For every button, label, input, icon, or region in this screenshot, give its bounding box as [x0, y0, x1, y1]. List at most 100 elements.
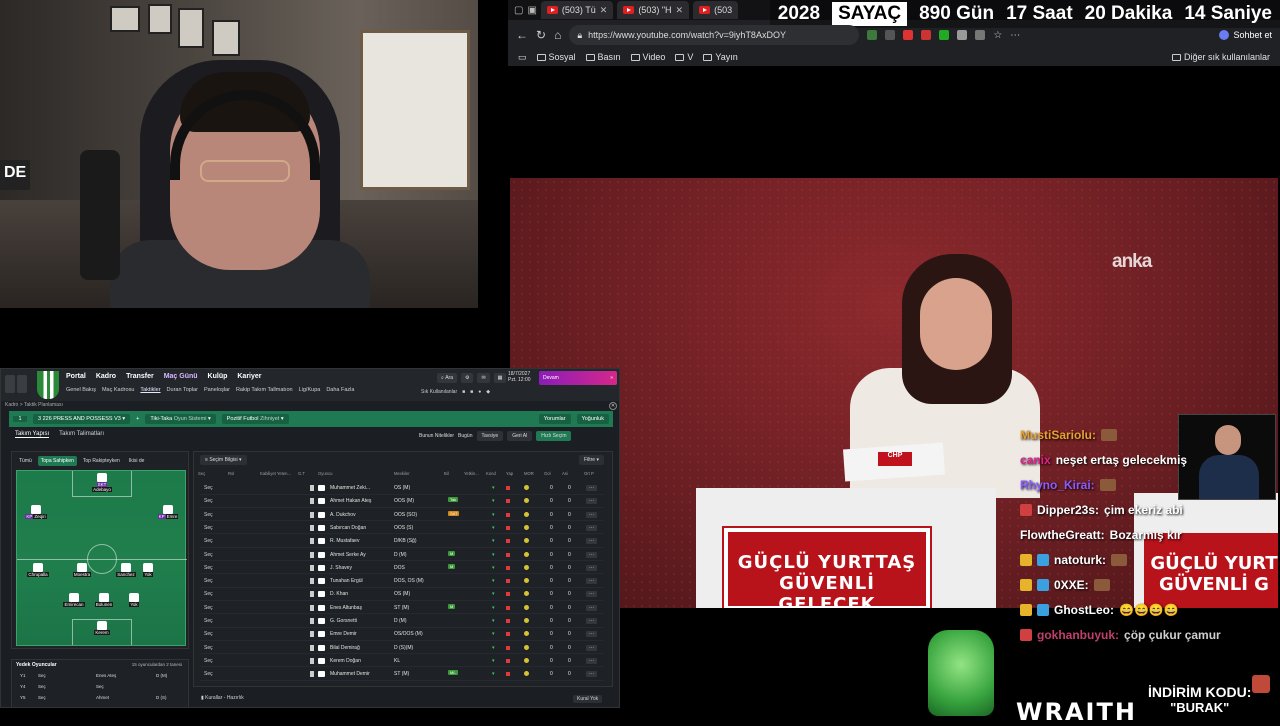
bookmark-folder[interactable]: Video — [630, 52, 665, 62]
tactic-comments[interactable]: Yorumlar — [538, 414, 571, 424]
table-row[interactable]: Seç Enes Altunbaş ST (M) M ▾ 0 0 ··· — [200, 602, 604, 615]
toolbar-icon[interactable]: ◆ — [486, 389, 490, 395]
tab-actions-icon[interactable]: ▣ — [527, 5, 536, 16]
player-name[interactable]: A. Dukchov — [330, 512, 356, 518]
pitch-tab[interactable]: Topa Sahipken — [37, 456, 77, 466]
search-button[interactable]: ⌕ Ara — [437, 373, 457, 383]
row-menu-button[interactable]: ··· — [586, 657, 597, 664]
column-header[interactable]: MOR — [524, 471, 534, 476]
fm-submenu-item[interactable]: Daha Fazla — [326, 387, 354, 393]
back-icon[interactable]: ← — [516, 28, 528, 42]
pitch-player[interactable]: Chrupalla — [25, 563, 51, 577]
column-header[interactable]: Yetkin... — [464, 471, 479, 476]
pitch-player[interactable]: Yok — [121, 593, 147, 607]
select-cell[interactable]: Seç — [204, 645, 213, 651]
bookmark-folder[interactable]: Sosyal — [536, 52, 576, 62]
close-icon[interactable]: ✕ — [676, 5, 684, 16]
select-cell[interactable]: Seç — [204, 605, 213, 611]
tactic-selector[interactable]: 3 226 PRESS AND POSSESS V3 ▾ — [33, 414, 131, 424]
fm-submenu-item[interactable]: Genel Bakış — [66, 387, 96, 393]
table-row[interactable]: Seç A. Dukchov OOS (SO) SAT ▾ 0 0 ··· — [200, 509, 604, 522]
player-name[interactable]: Sabırcan Doğan — [330, 525, 366, 531]
column-header[interactable]: Yap — [506, 471, 513, 476]
add-tactic-icon[interactable]: + — [136, 416, 139, 422]
tactic-slot-number[interactable]: 1 — [13, 416, 27, 422]
player-name[interactable]: Muhammet Demir — [330, 671, 370, 677]
bookmark-folder[interactable]: V — [675, 52, 693, 62]
fm-submenu-item[interactable]: Duran Toplar — [167, 387, 198, 393]
table-row[interactable]: Seç Tunahan Ergül DOS, OS (M) ▾ 0 0 ··· — [200, 575, 604, 588]
row-menu-button[interactable]: ··· — [586, 591, 597, 598]
row-menu-button[interactable]: ··· — [586, 631, 597, 638]
select-cell[interactable]: Seç — [204, 498, 213, 504]
pitch-tab[interactable]: Tümü — [16, 456, 35, 466]
player-name[interactable]: Kerem Doğan — [330, 658, 361, 664]
tactic-style[interactable]: Tiki-Taka Oyun Sistemi ▾ — [145, 414, 216, 424]
column-header[interactable]: Kond — [486, 471, 496, 476]
rules-button[interactable]: Kural Yok — [573, 695, 603, 703]
tab-team-shape[interactable]: Takım Yapısı — [15, 431, 50, 438]
player-name[interactable]: J. Shavey — [330, 565, 352, 571]
table-row[interactable]: Seç Muhammet Demir ST (M) ML ▾ 0 0 ··· — [200, 668, 604, 681]
fm-menu-item[interactable]: Transfer — [126, 373, 154, 380]
browser-tab[interactable]: (503) "H ✕ — [617, 1, 690, 19]
select-cell[interactable]: Seç — [204, 512, 213, 518]
continue-button[interactable]: Devam » — [539, 371, 617, 385]
select-cell[interactable]: Seç — [204, 631, 213, 637]
rules-footer[interactable]: ▮ Kurallar - Hazırlık — [201, 695, 244, 701]
fm-menu-item[interactable]: Portal — [66, 373, 86, 380]
toolbar-icon[interactable]: ● — [478, 389, 481, 395]
pitch-player[interactable]: Yok — [135, 563, 161, 577]
pitch-player[interactable]: SKTAdebayo — [89, 473, 115, 492]
select-cell[interactable]: Seç — [204, 578, 213, 584]
pitch-player[interactable]: Emirecan — [61, 593, 87, 607]
browser-tab[interactable]: (503) Tü ✕ — [540, 1, 614, 19]
extension-icon[interactable] — [921, 30, 932, 40]
column-header[interactable]: Ort P — [584, 471, 594, 476]
url-field[interactable]: 🔒︎ https://www.youtube.com/watch?v=9iyhT… — [569, 25, 860, 45]
calendar-icon[interactable]: ▦ — [493, 373, 507, 383]
select-cell[interactable]: Seç — [204, 671, 213, 677]
player-name[interactable]: G. Gorsnetti — [330, 618, 357, 624]
player-name[interactable]: Tunahan Ergül — [330, 578, 363, 584]
row-menu-button[interactable]: ··· — [586, 498, 597, 505]
player-name[interactable]: Ahmet Hakan Ateş — [330, 498, 371, 504]
extension-icon[interactable] — [957, 30, 968, 40]
table-row[interactable]: Seç Ahmet Serke Ay D (M) M ▾ 0 0 ··· — [200, 549, 604, 561]
select-cell[interactable]: Seç — [204, 525, 213, 531]
column-header[interactable]: Seç — [198, 471, 205, 476]
home-icon[interactable]: ⌂ — [554, 28, 561, 42]
fm-submenu-item[interactable]: Maç Kadrosu — [102, 387, 134, 393]
inbox-icon[interactable]: ✉ — [477, 373, 490, 383]
select-cell[interactable]: Seç — [204, 565, 213, 571]
bookmark-folder[interactable]: Basın — [585, 52, 621, 62]
workspaces-icon[interactable]: ▢ — [514, 5, 523, 16]
row-menu-button[interactable]: ··· — [586, 671, 597, 678]
row-menu-button[interactable]: ··· — [586, 551, 597, 558]
extension-icon[interactable] — [975, 30, 986, 40]
club-badge[interactable] — [37, 371, 59, 399]
table-row[interactable]: Seç Kerem Doğan KL ▾ 0 0 ··· — [200, 655, 604, 668]
row-menu-button[interactable]: ··· — [586, 564, 597, 571]
player-name[interactable]: Ahmet Serke Ay — [330, 552, 366, 558]
favorites-label[interactable]: Sık Kullanılanlar — [421, 389, 457, 395]
toolbar-icon[interactable]: ■ — [462, 389, 465, 395]
forward-icon[interactable] — [17, 375, 27, 393]
other-bookmarks[interactable]: Diğer sık kullanılanlar — [1171, 52, 1270, 62]
column-header[interactable]: Asi — [562, 471, 568, 476]
row-menu-button[interactable]: ··· — [586, 538, 597, 545]
table-row[interactable]: Seç Ahmet Hakan Ateş OOS (M) Tak ▾ 0 0 ··· — [200, 495, 604, 508]
fm-menu-item[interactable]: Kariyer — [237, 373, 261, 380]
refresh-icon[interactable]: ↻ — [536, 28, 546, 42]
row-menu-button[interactable]: ··· — [586, 524, 597, 531]
pitch-player[interactable]: KP Zeqiri — [23, 505, 49, 519]
undo-button[interactable]: Geri Al — [507, 431, 533, 441]
more-icon[interactable]: ⋯ — [1010, 30, 1020, 41]
quick-pick-button[interactable]: Hızlı Seçim — [536, 431, 572, 441]
player-name[interactable]: Emre Demir — [330, 631, 357, 637]
fm-submenu-item[interactable]: Paneloşlar — [204, 387, 230, 393]
pitch-player[interactable]: Moestra — [69, 563, 95, 577]
player-name[interactable]: Enes Altunbaş — [330, 605, 362, 611]
breadcrumb[interactable]: Kadro > Taktik Planlaması — [5, 402, 63, 408]
row-menu-button[interactable]: ··· — [586, 604, 597, 611]
